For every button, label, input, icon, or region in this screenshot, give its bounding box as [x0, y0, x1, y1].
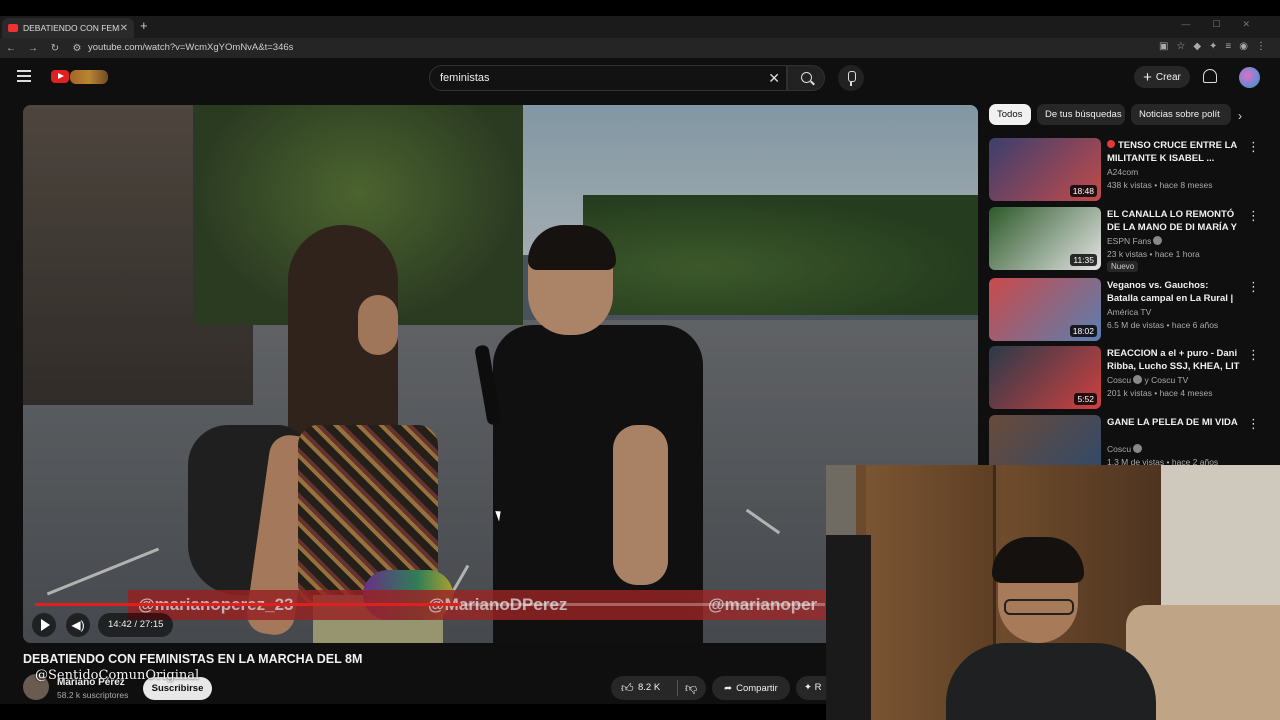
verified-check-icon — [1153, 236, 1163, 245]
search-input-value: feministas — [440, 72, 490, 84]
notifications-bell-icon[interactable] — [1203, 69, 1217, 83]
video-duration: 18:48 — [1069, 185, 1097, 197]
chip-de-tus-busquedas[interactable]: De tus búsquedas — [1037, 104, 1125, 125]
account-avatar[interactable] — [1239, 67, 1260, 88]
close-tab-icon[interactable]: ✕ — [120, 23, 128, 34]
new-tab-icon[interactable]: + — [140, 18, 148, 33]
red-dot-icon — [1107, 140, 1115, 148]
like-thumb-icon[interactable]: 👍︎ — [621, 681, 634, 696]
screen: DEBATIENDO CON FEMIN ✕ + —☐✕ ← → ↻ ⚙ you… — [0, 0, 1280, 720]
plus-icon: + — [1143, 68, 1152, 86]
video-time: 14:42 / 27:15 — [98, 613, 174, 637]
video-duration: 18:02 — [1069, 325, 1097, 337]
streamer-watermark: @SentidoComunOriginal — [35, 668, 200, 683]
more-vert-icon[interactable]: ⋮ — [1247, 208, 1260, 224]
recommendation-item[interactable]: 18:02 Veganos vs. Gauchos: Batalla campa… — [989, 278, 1269, 342]
verified-check-icon — [1133, 444, 1143, 453]
sparkle-icon: ✦ — [804, 682, 812, 693]
youtube-favicon-icon — [8, 24, 18, 32]
window-controls-icon[interactable]: —☐✕ — [1181, 19, 1272, 30]
divider — [677, 680, 678, 696]
search-input[interactable]: feministas ✕ — [429, 65, 787, 91]
recommendation-meta: 438 k vistas • hace 8 meses — [1107, 180, 1213, 190]
video-thumbnail[interactable]: 11:35 — [989, 207, 1101, 270]
video-progress-fill — [35, 603, 461, 606]
like-count[interactable]: 8.2 K — [638, 682, 660, 693]
site-info-icon[interactable]: ⚙ — [66, 43, 88, 54]
chip-todos[interactable]: Todos — [989, 104, 1031, 125]
recommendation-channel[interactable]: A24com — [1107, 167, 1138, 177]
verified-check-icon — [1133, 375, 1143, 384]
play-button[interactable] — [32, 613, 56, 637]
channel-name-text: Coscu — [1107, 375, 1132, 385]
video-duration: 11:35 — [1070, 254, 1097, 266]
create-label: Crear — [1155, 71, 1181, 83]
video-thumbnail[interactable]: 5:52 — [989, 346, 1101, 409]
recommendation-item[interactable]: 18:48 TENSO CRUCE ENTRE LA MILITANTE K I… — [989, 138, 1269, 202]
recommendation-title[interactable]: REACCION a el + puro - Dani Ribba, Lucho… — [1107, 347, 1242, 373]
browser-tab[interactable]: DEBATIENDO CON FEMIN ✕ — [2, 18, 134, 38]
recommendation-title-text: TENSO CRUCE ENTRE LA MILITANTE K ISABEL … — [1107, 140, 1237, 164]
recommendation-title[interactable]: Veganos vs. Gauchos: Batalla campal en L… — [1107, 279, 1242, 305]
more-vert-icon[interactable]: ⋮ — [1247, 139, 1260, 155]
webcam-person-body — [946, 643, 1156, 720]
clear-search-icon[interactable]: ✕ — [768, 70, 780, 87]
share-button[interactable]: ➦ Compartir — [712, 676, 790, 700]
video-duration: 5:52 — [1074, 393, 1097, 405]
video-thumbnail[interactable]: 18:48 — [989, 138, 1101, 201]
more-vert-icon[interactable]: ⋮ — [1247, 416, 1260, 432]
more-vert-icon[interactable]: ⋮ — [1247, 279, 1260, 295]
voice-search-icon[interactable] — [838, 65, 864, 91]
recommendation-item[interactable]: 5:52 REACCION a el + puro - Dani Ribba, … — [989, 346, 1269, 410]
browser-tab-strip: DEBATIENDO CON FEMIN ✕ + —☐✕ — [0, 16, 1280, 38]
recommendation-channel[interactable]: Coscu y Coscu TV — [1107, 375, 1188, 385]
share-label: Compartir — [736, 682, 778, 694]
video-title: DEBATIENDO CON FEMINISTAS EN LA MARCHA D… — [23, 652, 363, 666]
glasses-icon — [1004, 599, 1074, 615]
more-vert-icon[interactable]: ⋮ — [1247, 347, 1260, 363]
channel-extra-text: y Coscu TV — [1144, 375, 1189, 385]
channel-name-text: ESPN Fans — [1107, 236, 1152, 246]
url-field[interactable]: youtube.com/watch?v=WcmXgYOmNvA&t=346s — [88, 42, 293, 53]
recommendation-title[interactable]: TENSO CRUCE ENTRE LA MILITANTE K ISABEL … — [1107, 139, 1242, 165]
browser-tab-title: DEBATIENDO CON FEMIN — [23, 23, 120, 33]
dislike-thumb-icon[interactable]: 👎︎ — [685, 681, 697, 696]
webcam-chair — [826, 535, 871, 720]
back-arrow-icon[interactable]: ← — [0, 43, 22, 54]
recommendation-title[interactable]: GANE LA PELEA DE MI VIDA — [1107, 416, 1242, 429]
recommendation-channel[interactable]: América TV — [1107, 307, 1151, 317]
browser-extension-icons[interactable]: ▣☆◆✦≡◉⋮ — [1159, 41, 1274, 52]
forward-arrow-icon[interactable]: → — [22, 43, 44, 54]
youtube-logo-icon[interactable] — [51, 70, 69, 83]
recommendation-channel[interactable]: Coscu — [1107, 444, 1143, 454]
recommendation-channel[interactable]: ESPN Fans — [1107, 236, 1163, 246]
like-dislike-group: 👍︎ 8.2 K 👎︎ — [611, 676, 706, 700]
recommendation-meta: 6.5 M de vistas • hace 6 años — [1107, 320, 1219, 330]
youtube-doodle-icon[interactable] — [70, 70, 108, 84]
browser-address-bar: ← → ↻ ⚙ youtube.com/watch?v=WcmXgYOmNvA&… — [0, 38, 1280, 58]
hamburger-menu-icon[interactable] — [17, 70, 31, 82]
youtube-header: feministas ✕ + Crear — [0, 58, 1280, 98]
share-arrow-icon: ➦ — [724, 682, 733, 694]
channel-name-text: Coscu — [1107, 444, 1132, 454]
search-button[interactable] — [787, 65, 825, 91]
new-badge: Nuevo — [1107, 261, 1139, 272]
chevron-right-icon[interactable]: › — [1238, 109, 1242, 123]
recommendation-meta: 23 k vistas • hace 1 hora — [1107, 249, 1200, 259]
recommendation-meta: 201 k vistas • hace 4 meses — [1107, 388, 1213, 398]
search-icon — [801, 72, 812, 83]
video-progress-bar[interactable] — [35, 603, 825, 606]
more-actions-label: R — [814, 682, 822, 693]
chip-noticias[interactable]: Noticias sobre polít — [1131, 104, 1231, 125]
subscriber-count: 58.2 k suscriptores — [57, 690, 129, 700]
volume-icon[interactable]: ◀) — [66, 613, 90, 637]
streamer-webcam-overlay — [826, 465, 1280, 720]
filter-chips: Todos De tus búsquedas Noticias sobre po… — [989, 104, 1259, 126]
recommendation-item[interactable]: 11:35 EL CANALLA LO REMONTÓ DE LA MANO D… — [989, 207, 1269, 272]
video-thumbnail[interactable]: 18:02 — [989, 278, 1101, 341]
reload-icon[interactable]: ↻ — [44, 43, 66, 54]
recommendation-title[interactable]: EL CANALLA LO REMONTÓ DE LA MANO DE DI M… — [1107, 208, 1242, 234]
bottom-letterbox — [0, 704, 826, 720]
create-button[interactable]: + Crear — [1134, 66, 1190, 88]
